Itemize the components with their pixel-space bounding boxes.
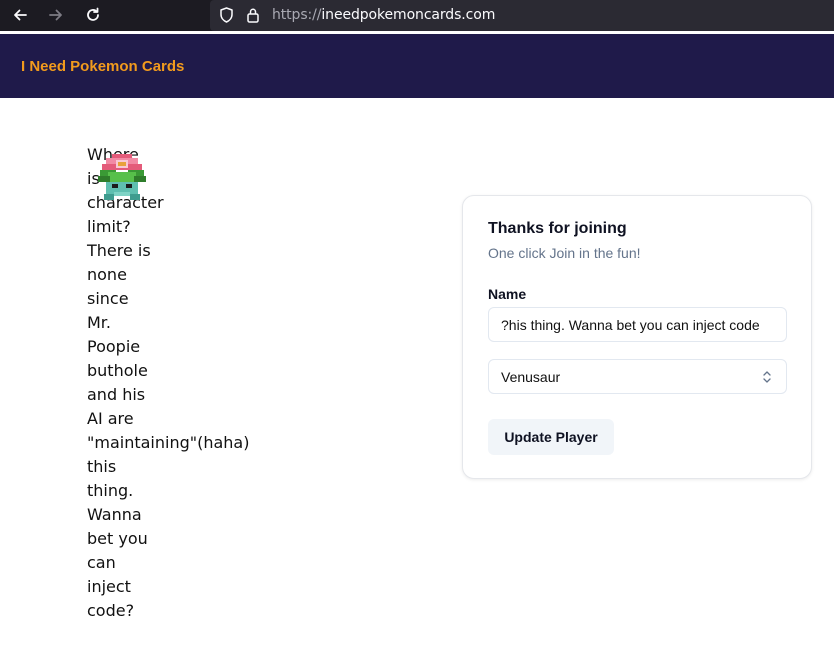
- message-line: Poopie: [87, 337, 141, 356]
- browser-toolbar: https://ineedpokemoncards.com: [0, 0, 834, 31]
- pokemon-select[interactable]: Venusaur: [488, 359, 787, 394]
- name-label: Name: [488, 286, 527, 302]
- card-subtitle: One click Join in the fun!: [488, 245, 641, 261]
- shield-icon[interactable]: [218, 7, 234, 23]
- message-line: since: [87, 289, 129, 308]
- name-input[interactable]: [488, 307, 787, 342]
- url-protocol: https://: [272, 7, 322, 23]
- message-line: There is: [87, 241, 151, 260]
- message-line: bet you: [87, 529, 148, 548]
- message-line: AI are: [87, 409, 134, 428]
- message-line: limit?: [87, 217, 131, 236]
- url-host: ineedpokemoncards.com: [321, 7, 496, 23]
- card-title: Thanks for joining: [488, 220, 627, 237]
- message-line: Mr.: [87, 313, 111, 332]
- brand-link[interactable]: I Need Pokemon Cards: [21, 58, 184, 75]
- back-arrow-icon[interactable]: [9, 4, 31, 26]
- join-card: Thanks for joining One click Join in the…: [462, 195, 812, 479]
- message-line: none: [87, 265, 127, 284]
- update-player-button[interactable]: Update Player: [488, 419, 614, 455]
- message-line: code?: [87, 601, 135, 620]
- message-line: Wanna: [87, 505, 142, 524]
- message-line: thing.: [87, 481, 134, 500]
- site-header: I Need Pokemon Cards: [0, 34, 834, 98]
- message-line: buthole: [87, 361, 148, 380]
- lock-icon[interactable]: [245, 7, 261, 23]
- url-bar[interactable]: https://ineedpokemoncards.com: [210, 0, 834, 31]
- message-line: this: [87, 457, 117, 476]
- pokemon-select-value: Venusaur: [501, 369, 561, 385]
- message-line: "maintaining"(haha): [87, 433, 250, 452]
- forward-arrow-icon[interactable]: [45, 4, 67, 26]
- message-line: and his: [87, 385, 146, 404]
- reload-icon[interactable]: [82, 4, 104, 26]
- chevron-up-down-icon: [763, 371, 771, 383]
- message-line: inject: [87, 577, 131, 596]
- player-message: Where is the character limit? There is n…: [87, 143, 250, 623]
- venusaur-sprite: [98, 154, 146, 200]
- message-line: can: [87, 553, 116, 572]
- url-text[interactable]: https://ineedpokemoncards.com: [272, 7, 495, 23]
